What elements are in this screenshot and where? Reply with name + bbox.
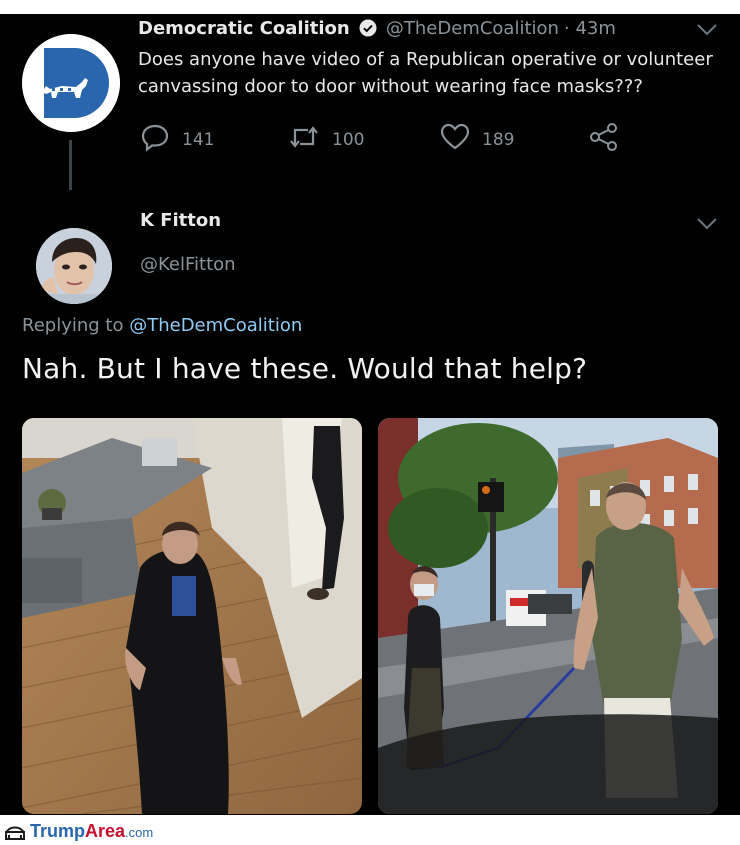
trumparea-watermark[interactable]: TrumpArea.com: [30, 821, 153, 842]
handle[interactable]: @TheDemCoalition: [386, 18, 559, 39]
thread-connector-line: [69, 140, 72, 190]
reply-button[interactable]: 141: [140, 122, 214, 157]
replying-to-link[interactable]: @TheDemCoalition: [129, 315, 302, 336]
tweet-text: Does anyone have video of a Republican o…: [138, 46, 713, 100]
tweet-text-line: canvassing door to door without wearing …: [138, 76, 643, 97]
reply-icon: [140, 122, 170, 157]
democratic-coalition-avatar[interactable]: [22, 34, 120, 132]
democrat-donkey-logo-icon: [22, 34, 120, 132]
retweet-button[interactable]: 100: [288, 122, 364, 157]
tweet-text-line: Does anyone have video of a Republican o…: [138, 49, 713, 70]
share-icon[interactable]: [588, 122, 620, 156]
verified-badge-icon: [359, 19, 377, 41]
attached-photo-street[interactable]: [378, 418, 718, 814]
replying-to-label: Replying to: [22, 315, 124, 336]
k-fitton-avatar[interactable]: [36, 228, 112, 304]
tweet-thread: Democratic Coalition @TheDemCoalition · …: [0, 14, 740, 815]
footer-bar: TrumpArea.com: [0, 815, 740, 845]
reply-display-name[interactable]: K Fitton: [140, 210, 221, 231]
chevron-down-icon[interactable]: [696, 22, 718, 41]
like-button[interactable]: 189: [440, 122, 514, 157]
heart-icon: [440, 122, 470, 157]
attached-photo-office[interactable]: [22, 418, 362, 814]
tweet-header: Democratic Coalition @TheDemCoalition · …: [138, 18, 616, 41]
timestamp[interactable]: · 43m: [564, 18, 616, 39]
replying-to: Replying to @TheDemCoalition: [22, 315, 302, 336]
brand-trump: Trump: [30, 821, 86, 841]
retweet-icon: [288, 122, 320, 157]
reply-display-name-wrap: K Fitton: [140, 210, 221, 231]
brand-dotcom: .com: [125, 825, 154, 840]
display-name[interactable]: Democratic Coalition: [138, 18, 350, 39]
chevron-down-icon[interactable]: [696, 216, 718, 235]
like-count: 189: [482, 129, 515, 150]
reply-handle[interactable]: @KelFitton: [140, 254, 236, 275]
reply-count: 141: [182, 129, 215, 150]
brand-area: Area: [85, 821, 126, 841]
retweet-count: 100: [332, 129, 365, 150]
reply-text: Nah. But I have these. Would that help?: [22, 352, 588, 385]
trumparea-logo-icon: [4, 821, 26, 845]
